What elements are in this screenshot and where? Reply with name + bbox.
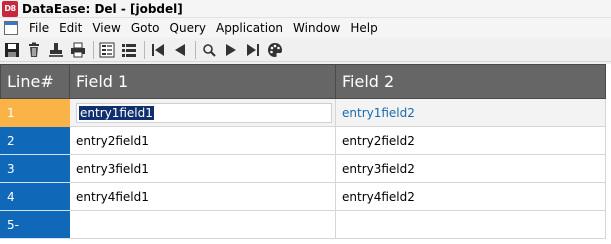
header-row: Line# Field 1 Field 2 — [0, 64, 606, 99]
table-view-icon[interactable] — [119, 40, 139, 60]
menu-query[interactable]: Query — [165, 18, 211, 38]
line-number-cell[interactable]: 2 — [0, 126, 70, 155]
last-record-icon[interactable] — [243, 40, 263, 60]
menu-help[interactable]: Help — [345, 18, 382, 38]
selected-text: entry1field1 — [79, 105, 154, 120]
column-header-field2[interactable]: Field 2 — [335, 64, 606, 99]
field2-cell[interactable]: entry2field2 — [335, 126, 606, 155]
line-number-cell[interactable]: 4 — [0, 182, 70, 211]
toolbar-separator — [93, 40, 94, 59]
window-title: DataEase: Del - [jobdel] — [22, 1, 183, 16]
toolbar-separator — [195, 40, 196, 59]
field2-cell[interactable]: entry3field2 — [335, 154, 606, 183]
palette-icon[interactable] — [265, 40, 285, 60]
next-record-icon[interactable] — [221, 40, 241, 60]
stamp-icon[interactable] — [46, 40, 66, 60]
menu-edit[interactable]: Edit — [54, 18, 87, 38]
line-number-cell[interactable]: 3 — [0, 154, 70, 183]
column-header-field1[interactable]: Field 1 — [69, 64, 336, 99]
line-number-cell[interactable]: 5- — [0, 210, 70, 239]
records-grid: Line# Field 1 Field 2 1 entry1field1 ent… — [0, 64, 611, 244]
document-icon[interactable] — [4, 21, 18, 35]
field1-cell[interactable]: entry2field1 — [69, 126, 336, 155]
field2-cell[interactable]: entry4field2 — [335, 182, 606, 211]
column-header-line[interactable]: Line# — [0, 64, 70, 99]
toolbar-separator — [144, 40, 145, 59]
field1-cell[interactable]: entry1field1 — [69, 98, 336, 127]
field1-cell[interactable]: entry4field1 — [69, 182, 336, 211]
title-bar: D8 DataEase: Del - [jobdel] — [0, 0, 611, 18]
line-number-cell[interactable]: 1 — [0, 98, 70, 127]
menu-file[interactable]: File — [24, 18, 54, 38]
table-row[interactable]: 3 entry3field1 entry3field2 — [0, 154, 606, 183]
menu-window[interactable]: Window — [288, 18, 345, 38]
toolbar — [0, 38, 611, 62]
form-view-icon[interactable] — [97, 40, 117, 60]
previous-record-icon[interactable] — [170, 40, 190, 60]
app-icon: D8 — [2, 0, 18, 17]
menu-goto[interactable]: Goto — [126, 18, 165, 38]
field1-cell[interactable] — [69, 210, 336, 239]
field2-cell[interactable] — [335, 210, 606, 239]
field1-cell[interactable]: entry3field1 — [69, 154, 336, 183]
print-icon[interactable] — [68, 40, 88, 60]
first-record-icon[interactable] — [148, 40, 168, 60]
table-row[interactable]: 1 entry1field1 entry1field2 — [0, 98, 606, 127]
delete-icon[interactable] — [24, 40, 44, 60]
records-table: Line# Field 1 Field 2 1 entry1field1 ent… — [0, 64, 606, 239]
table-row[interactable]: 5- — [0, 210, 606, 239]
field1-edit-input[interactable]: entry1field1 — [76, 102, 332, 123]
table-row[interactable]: 2 entry2field1 entry2field2 — [0, 126, 606, 155]
menu-application[interactable]: Application — [211, 18, 288, 38]
search-icon[interactable] — [199, 40, 219, 60]
menu-view[interactable]: View — [87, 18, 125, 38]
save-icon[interactable] — [2, 40, 22, 60]
field2-cell[interactable]: entry1field2 — [335, 98, 606, 127]
menu-bar: File Edit View Goto Query Application Wi… — [0, 18, 611, 38]
table-row[interactable]: 4 entry4field1 entry4field2 — [0, 182, 606, 211]
